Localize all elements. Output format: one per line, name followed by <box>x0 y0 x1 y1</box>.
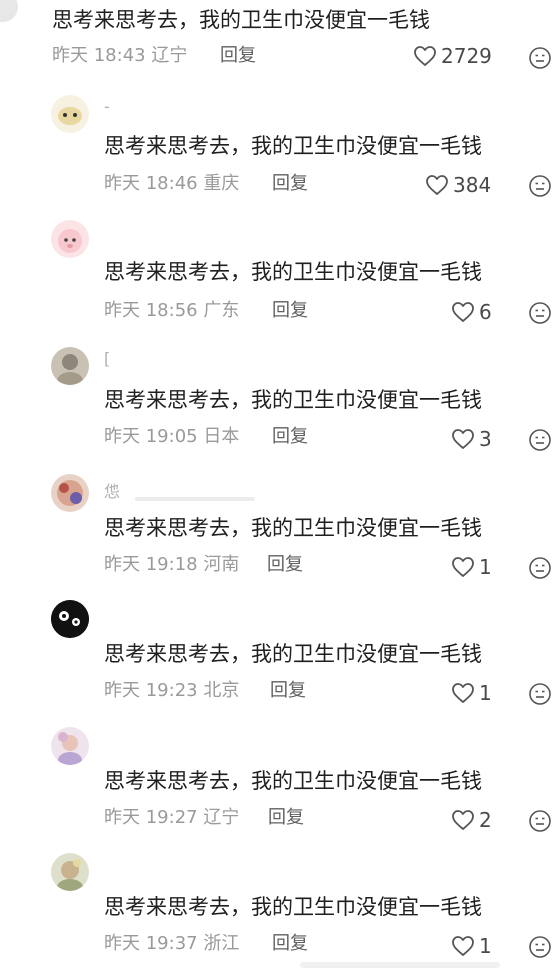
reply-3-reply-button[interactable]: 回复 <box>272 425 308 449</box>
heart-outline-icon <box>451 935 475 957</box>
reply-2-text: 思考来思考去，我的卫生巾没便宜一毛钱 <box>104 260 482 284</box>
reply-4-like-count: 1 <box>479 555 492 579</box>
reply-1-more-button[interactable] <box>528 174 552 198</box>
emoji-face-icon <box>528 556 552 580</box>
heart-outline-icon <box>451 556 475 578</box>
reply-5-avatar[interactable] <box>51 600 89 638</box>
reply-1-avatar[interactable] <box>51 95 89 133</box>
top-comment-like-count: 2729 <box>441 44 492 68</box>
watermark-strip <box>300 962 500 968</box>
reply-6-avatar[interactable] <box>51 727 89 765</box>
emoji-face-icon <box>528 428 552 452</box>
top-comment-time-location: 昨天 18:43 辽宁 <box>52 45 188 66</box>
reply-2-avatar[interactable] <box>51 220 89 258</box>
emoji-face-icon <box>528 301 552 325</box>
reply-6-time-location: 昨天 19:27 辽宁 <box>104 807 240 828</box>
reply-5-reply-button[interactable]: 回复 <box>270 679 306 703</box>
reply-6-more-button[interactable] <box>528 809 552 833</box>
reply-1-time-location: 昨天 18:46 重庆 <box>104 173 240 194</box>
reply-6-reply-button[interactable]: 回复 <box>268 806 304 830</box>
reply-7-like-button[interactable]: 1 <box>451 933 492 959</box>
reply-1-reply-button[interactable]: 回复 <box>272 172 308 196</box>
reply-3-like-count: 3 <box>479 427 492 451</box>
reply-3-time-location: 昨天 19:05 日本 <box>104 426 240 447</box>
reply-1-text: 思考来思考去，我的卫生巾没便宜一毛钱 <box>104 134 482 158</box>
reply-7-avatar[interactable] <box>51 853 89 891</box>
reply-3-username: [ <box>104 349 111 368</box>
reply-5-more-button[interactable] <box>528 682 552 706</box>
reply-1-like-count: 384 <box>453 173 492 197</box>
reply-2-reply-button[interactable]: 回复 <box>272 299 308 323</box>
heart-outline-icon <box>451 428 475 450</box>
reply-4-username: 怹 <box>104 482 121 501</box>
reply-3-more-button[interactable] <box>528 428 552 452</box>
reply-6-like-button[interactable]: 2 <box>451 807 492 833</box>
reply-2-more-button[interactable] <box>528 301 552 325</box>
emoji-face-icon <box>528 682 552 706</box>
reply-4-reply-button[interactable]: 回复 <box>267 553 303 577</box>
heart-outline-icon <box>451 682 475 704</box>
emoji-face-icon <box>528 174 552 198</box>
heart-outline-icon <box>451 301 475 323</box>
reply-7-text: 思考来思考去，我的卫生巾没便宜一毛钱 <box>104 895 482 919</box>
emoji-face-icon <box>528 935 552 959</box>
emoji-face-icon <box>528 46 552 70</box>
top-comment-text: 思考来思考去，我的卫生巾没便宜一毛钱 <box>52 8 430 32</box>
reply-5-text: 思考来思考去，我的卫生巾没便宜一毛钱 <box>104 642 482 666</box>
heart-outline-icon <box>451 809 475 831</box>
reply-5-like-button[interactable]: 1 <box>451 680 492 706</box>
heart-outline-icon <box>425 174 449 196</box>
top-comment-more-button[interactable] <box>528 46 552 70</box>
reply-7-more-button[interactable] <box>528 935 552 959</box>
reply-3-like-button[interactable]: 3 <box>451 426 492 452</box>
reply-6-like-count: 2 <box>479 808 492 832</box>
top-comment-like-button[interactable]: 2729 <box>413 43 492 69</box>
reply-1-username: - <box>104 97 110 116</box>
reply-5-like-count: 1 <box>479 681 492 705</box>
reply-2-like-count: 6 <box>479 300 492 324</box>
reply-4-text: 思考来思考去，我的卫生巾没便宜一毛钱 <box>104 516 482 540</box>
reply-1-like-button[interactable]: 384 <box>425 172 491 198</box>
reply-6-text: 思考来思考去，我的卫生巾没便宜一毛钱 <box>104 769 482 793</box>
reply-3-avatar[interactable] <box>51 347 89 385</box>
reply-4-like-button[interactable]: 1 <box>451 554 492 580</box>
reply-7-time-location: 昨天 19:37 浙江 <box>104 933 240 954</box>
reply-7-like-count: 1 <box>479 934 492 958</box>
emoji-face-icon <box>528 809 552 833</box>
heart-outline-icon <box>413 45 437 67</box>
reply-7-reply-button[interactable]: 回复 <box>272 932 308 956</box>
blurred-username-strip <box>135 497 255 501</box>
top-avatar-partial[interactable] <box>0 0 18 22</box>
reply-5-time-location: 昨天 19:23 北京 <box>104 680 240 701</box>
reply-3-text: 思考来思考去，我的卫生巾没便宜一毛钱 <box>104 388 482 412</box>
reply-4-more-button[interactable] <box>528 556 552 580</box>
top-comment-reply-button[interactable]: 回复 <box>220 44 256 68</box>
reply-2-time-location: 昨天 18:56 广东 <box>104 300 240 321</box>
reply-2-like-button[interactable]: 6 <box>451 299 492 325</box>
reply-4-time-location: 昨天 19:18 河南 <box>104 554 240 575</box>
reply-4-avatar[interactable] <box>51 474 89 512</box>
